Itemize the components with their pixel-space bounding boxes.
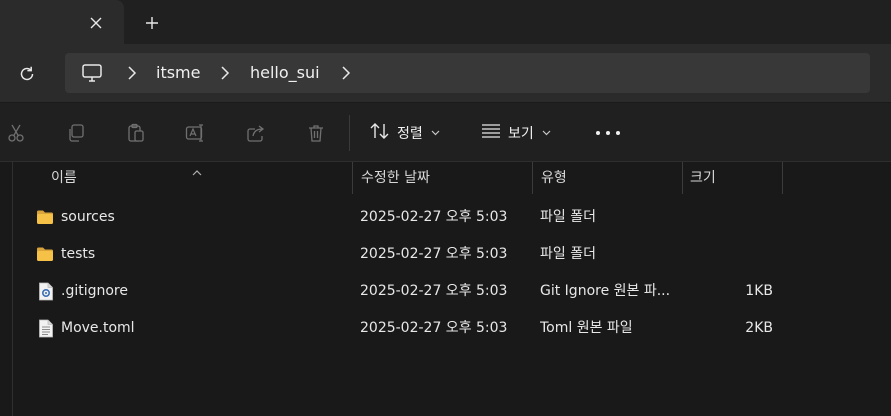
column-header-name[interactable]: 이름 xyxy=(51,162,77,194)
column-separator[interactable] xyxy=(352,162,353,194)
file-size xyxy=(713,199,773,236)
close-icon[interactable] xyxy=(85,12,107,34)
navigation-bar: itsme hello_sui xyxy=(0,44,891,102)
address-bar[interactable]: itsme hello_sui xyxy=(65,53,870,93)
file-type: 파일 폴더 xyxy=(540,246,596,262)
column-header-row: 이름 수정한 날짜 유형 크기 xyxy=(0,162,891,194)
cut-icon[interactable] xyxy=(5,122,27,144)
column-header-date[interactable]: 수정한 날짜 xyxy=(361,162,430,194)
file-type: 파일 폴더 xyxy=(540,209,596,225)
more-icon[interactable] xyxy=(596,131,620,137)
command-bar: 정렬 보기 xyxy=(0,102,891,162)
file-date: 2025-02-27 오후 5:03 xyxy=(360,283,508,299)
file-name[interactable]: sources xyxy=(61,199,341,236)
breadcrumb-hello-sui[interactable]: hello_sui xyxy=(250,63,320,83)
refresh-icon[interactable] xyxy=(14,61,40,87)
file-date: 2025-02-27 오후 5:03 xyxy=(360,246,508,262)
sort-icon xyxy=(369,122,391,144)
file-size: 2KB xyxy=(745,320,773,336)
file-explorer-window: itsme hello_sui 정렬 보기 이름 수정한 날짜 유형 크기 so… xyxy=(0,0,891,416)
file-row[interactable]: .gitignore 2025-02-27 오후 5:03 Git Ignore… xyxy=(0,273,891,310)
computer-icon[interactable] xyxy=(81,63,103,83)
sort-button[interactable]: 정렬 xyxy=(369,121,440,145)
file-date: 2025-02-27 오후 5:03 xyxy=(360,209,508,225)
file-type: Toml 원본 파일 xyxy=(540,320,633,336)
chevron-down-icon xyxy=(431,128,440,139)
share-icon[interactable] xyxy=(245,122,267,144)
view-button[interactable]: 보기 xyxy=(480,121,551,145)
folder-icon xyxy=(36,246,54,263)
config-file-icon xyxy=(38,282,56,301)
file-size xyxy=(713,236,773,273)
view-label: 보기 xyxy=(508,126,534,142)
tab-strip xyxy=(0,0,891,44)
column-separator[interactable] xyxy=(682,162,683,194)
paste-icon[interactable] xyxy=(125,122,147,144)
rename-icon[interactable] xyxy=(185,122,207,144)
column-separator[interactable] xyxy=(782,162,783,194)
delete-icon[interactable] xyxy=(305,122,327,144)
file-type: Git Ignore 원본 파... xyxy=(540,283,671,299)
file-row[interactable]: tests 2025-02-27 오후 5:03 파일 폴더 xyxy=(0,236,891,273)
toolbar-divider xyxy=(349,115,350,151)
column-header-type[interactable]: 유형 xyxy=(541,162,567,194)
file-size: 1KB xyxy=(745,283,773,299)
copy-icon[interactable] xyxy=(65,122,87,144)
chevron-down-icon xyxy=(542,128,551,139)
file-name[interactable]: Move.toml xyxy=(61,310,341,347)
file-row[interactable]: Move.toml 2025-02-27 오후 5:03 Toml 원본 파일 … xyxy=(0,310,891,347)
view-icon xyxy=(480,123,502,143)
chevron-right-icon[interactable] xyxy=(340,65,352,81)
chevron-right-icon[interactable] xyxy=(126,65,138,81)
folder-icon xyxy=(36,209,54,226)
text-file-icon xyxy=(38,319,56,338)
plus-icon[interactable] xyxy=(141,12,163,34)
column-separator[interactable] xyxy=(532,162,533,194)
sort-label: 정렬 xyxy=(397,126,423,142)
chevron-right-icon[interactable] xyxy=(219,65,231,81)
file-list: 이름 수정한 날짜 유형 크기 sources 2025-02-27 오후 5:… xyxy=(0,162,891,416)
breadcrumb-itsme[interactable]: itsme xyxy=(156,63,200,83)
column-header-size[interactable]: 크기 xyxy=(690,162,716,194)
file-date: 2025-02-27 오후 5:03 xyxy=(360,320,508,336)
file-name[interactable]: tests xyxy=(61,236,341,273)
file-name[interactable]: .gitignore xyxy=(61,273,341,310)
active-tab[interactable] xyxy=(0,0,124,44)
sort-ascending-icon xyxy=(191,162,203,176)
file-row[interactable]: sources 2025-02-27 오후 5:03 파일 폴더 xyxy=(0,199,891,236)
